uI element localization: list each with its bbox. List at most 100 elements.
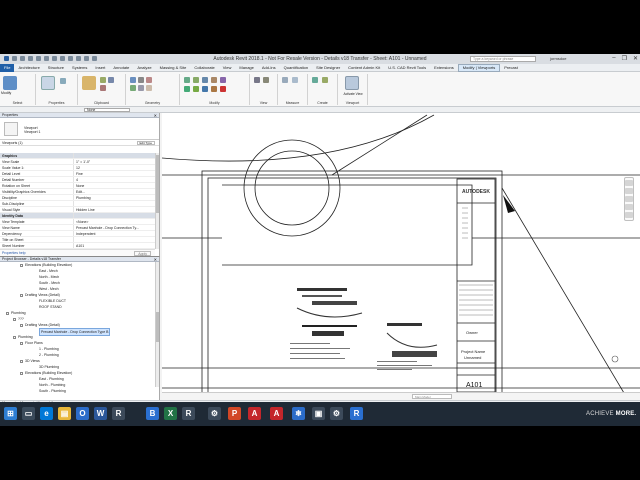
menu-tab-insert[interactable]: Insert — [91, 64, 109, 72]
paint-icon[interactable] — [146, 85, 152, 91]
property-value[interactable]: Plumbing — [74, 195, 155, 200]
properties-type-selector[interactable]: Viewport Viewport 1 — [0, 118, 159, 140]
property-value[interactable]: 12 — [74, 165, 155, 170]
menu-tab-site-designer[interactable]: Site Designer — [312, 64, 344, 72]
properties-scrollbar[interactable] — [155, 153, 159, 249]
user-name[interactable]: jormsdoe — [550, 56, 566, 61]
model-selector[interactable]: Main Model — [412, 394, 452, 399]
menu-tab-content-admin-kit[interactable]: Content Admin Kit — [344, 64, 384, 72]
property-value[interactable] — [74, 237, 155, 242]
cut-geometry-icon[interactable] — [138, 77, 144, 83]
menu-tab-analyze[interactable]: Analyze — [133, 64, 155, 72]
properties-icon[interactable] — [41, 76, 55, 90]
wall-joins-icon[interactable] — [130, 85, 136, 91]
search-input[interactable]: Type a keyword or phrase — [470, 56, 536, 62]
menu-tab-structure[interactable]: Structure — [44, 64, 68, 72]
measure-tool-icon[interactable] — [282, 77, 288, 83]
property-value[interactable]: Independent — [74, 231, 155, 236]
apply-button[interactable]: Apply — [134, 251, 151, 256]
property-value[interactable]: Fine — [74, 171, 155, 176]
tree-toggle-icon[interactable] — [20, 359, 23, 363]
word-icon[interactable]: W — [94, 407, 107, 420]
tree-toggle-icon[interactable] — [13, 335, 16, 339]
property-value[interactable]: A101 — [74, 243, 155, 248]
dimension-icon[interactable] — [292, 77, 298, 83]
mirror-icon[interactable] — [202, 77, 208, 83]
create-assembly-icon[interactable] — [312, 77, 318, 83]
scroll-thumb[interactable] — [156, 312, 159, 342]
bluebeam-icon[interactable]: B — [146, 407, 159, 420]
tree-toggle-icon[interactable] — [13, 317, 16, 321]
activate-view-label[interactable]: Activate View — [340, 92, 366, 96]
zoom-extents-icon[interactable] — [625, 204, 633, 210]
join-icon[interactable] — [146, 77, 152, 83]
file-explorer-icon[interactable]: ▤ — [58, 407, 71, 420]
activate-view-icon[interactable] — [345, 76, 359, 90]
hide-icon[interactable] — [254, 77, 260, 83]
tree-toggle-icon[interactable] — [6, 311, 9, 315]
properties-help-link[interactable]: Properties help — [2, 251, 26, 255]
menu-tab-massing-site[interactable]: Massing & Site — [156, 64, 191, 72]
menu-tab-view[interactable]: View — [219, 64, 236, 72]
browser-scrollbar[interactable] — [155, 262, 159, 387]
tree-item[interactable]: South - Plumbing — [0, 388, 159, 394]
pan-icon[interactable] — [625, 196, 633, 202]
create-parts-icon[interactable] — [322, 77, 328, 83]
modify-button-label[interactable]: Modify — [1, 91, 11, 95]
menu-tab-collaborate[interactable]: Collaborate — [190, 64, 218, 72]
property-value[interactable]: 1" = 1'-0" — [74, 159, 155, 164]
settings-icon[interactable]: ⚙ — [208, 407, 221, 420]
menu-tab-extensions[interactable]: Extensions — [430, 64, 458, 72]
property-value[interactable]: None — [74, 183, 155, 188]
property-value[interactable]: Hidden Line — [74, 207, 155, 212]
media-icon[interactable]: ▣ — [312, 407, 325, 420]
split-face-icon[interactable] — [138, 85, 144, 91]
zoom-icon[interactable] — [625, 188, 633, 194]
override-icon[interactable] — [263, 77, 269, 83]
array-icon[interactable] — [211, 86, 217, 92]
minimize-icon[interactable]: – — [612, 55, 615, 62]
split-icon[interactable] — [202, 86, 208, 92]
menu-tab-file[interactable]: File — [0, 63, 15, 72]
acrobat-icon[interactable]: A — [248, 407, 261, 420]
tree-toggle-icon[interactable] — [20, 371, 23, 375]
property-value[interactable] — [74, 201, 155, 206]
restore-icon[interactable]: ❐ — [622, 55, 627, 62]
cope-icon[interactable] — [130, 77, 136, 83]
outlook-icon[interactable]: O — [76, 407, 89, 420]
revit-active-icon[interactable]: R — [350, 407, 363, 420]
revit-icon[interactable]: R — [182, 407, 195, 420]
edit-type-button[interactable]: Edit Type — [136, 141, 155, 145]
tree-toggle-icon[interactable] — [20, 293, 23, 297]
tree-toggle-icon[interactable] — [20, 323, 23, 327]
steering-wheel-icon[interactable] — [625, 180, 633, 186]
property-value[interactable]: Precast Manhole - Drop Connection Ty... — [74, 225, 155, 230]
close-icon[interactable]: ✕ — [633, 55, 638, 62]
menu-tab-architecture[interactable]: Architecture — [14, 64, 43, 72]
navigation-bar[interactable] — [624, 177, 634, 221]
menu-tab-annotate[interactable]: Annotate — [109, 64, 133, 72]
start-icon[interactable]: ⊞ — [4, 407, 17, 420]
view-cube-icon[interactable] — [625, 212, 633, 218]
property-value[interactable]: Edit... — [74, 189, 155, 194]
property-value[interactable]: 4 — [74, 177, 155, 182]
excel-icon[interactable]: X — [164, 407, 177, 420]
property-value[interactable]: <None> — [74, 219, 155, 224]
tree-toggle-icon[interactable] — [20, 263, 23, 267]
copy-element-icon[interactable] — [220, 77, 226, 83]
menu-tab-add-ins[interactable]: Add-Ins — [258, 64, 280, 72]
revit-icon[interactable]: R — [112, 407, 125, 420]
offset-icon[interactable] — [193, 77, 199, 83]
menu-tab-manage[interactable]: Manage — [235, 64, 257, 72]
copy-icon[interactable] — [108, 77, 114, 83]
sheet-drawing[interactable]: AUTODESK Owner Project Name Unnamed A101 — [162, 113, 640, 409]
edge-icon[interactable]: e — [40, 407, 53, 420]
menu-tab-precast[interactable]: Precast — [500, 64, 522, 72]
match-type-icon[interactable] — [100, 85, 106, 91]
gear-icon[interactable]: ⚙ — [330, 407, 343, 420]
task-view-icon[interactable]: ▭ — [22, 407, 35, 420]
drawing-canvas[interactable]: AUTODESK Owner Project Name Unnamed A101 — [162, 113, 640, 409]
menu-tab-systems[interactable]: Systems — [68, 64, 91, 72]
scroll-thumb[interactable] — [156, 155, 159, 213]
delete-icon[interactable] — [220, 86, 226, 92]
